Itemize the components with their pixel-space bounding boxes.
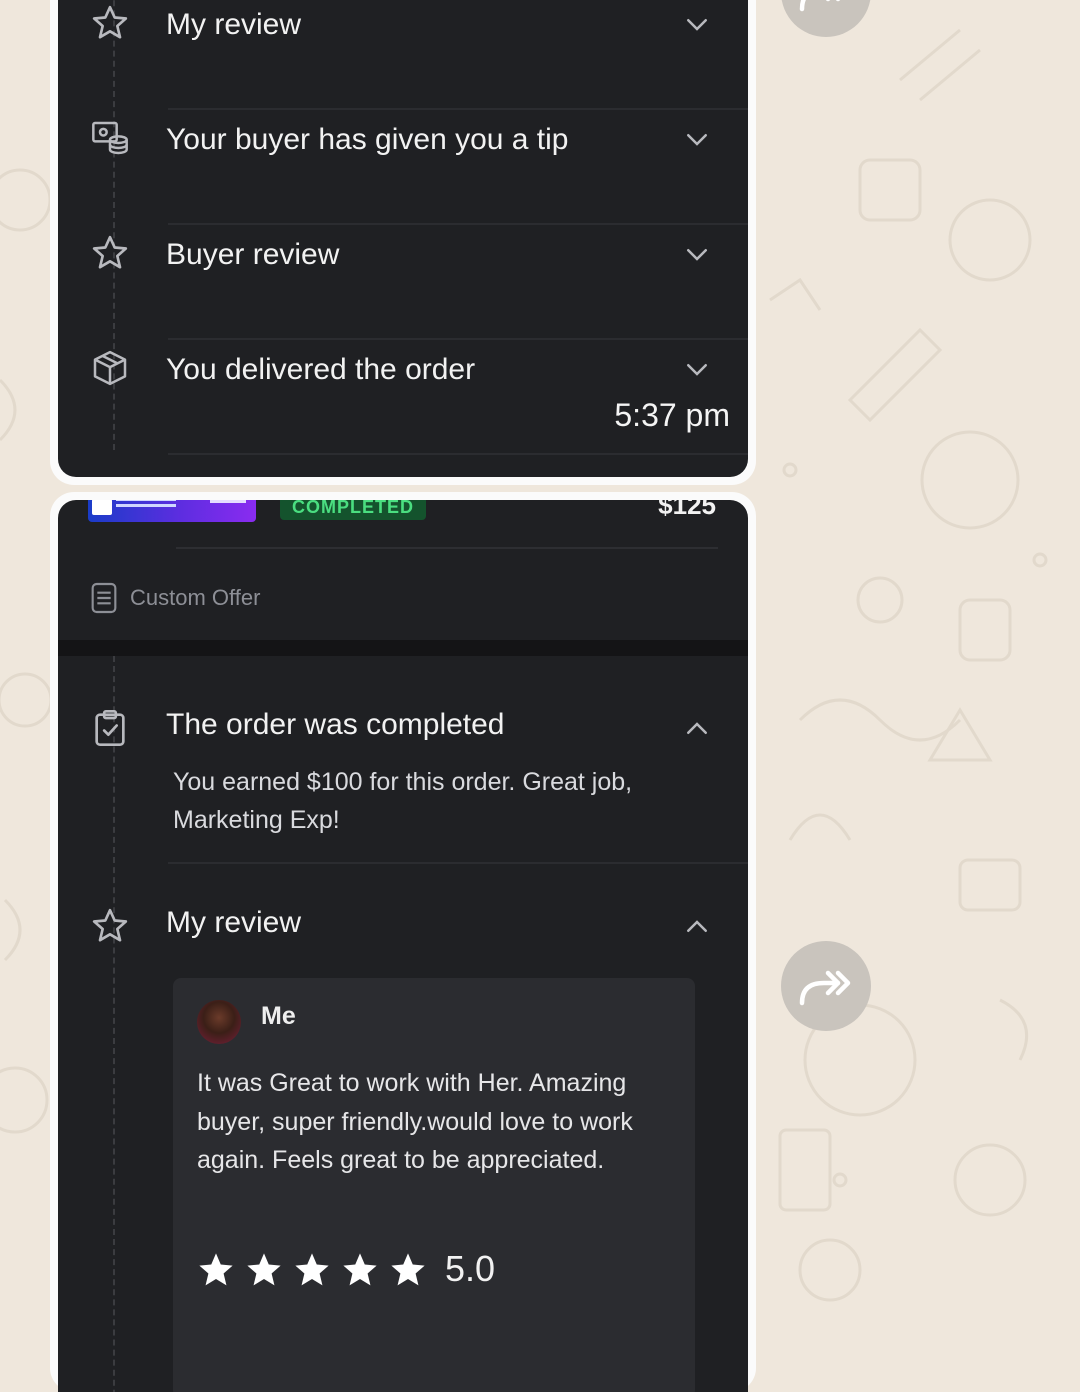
timeline-row-label: You delivered the order [166,353,476,386]
package-box-icon [93,350,127,386]
timeline-row-label: My review [166,8,302,41]
timeline-connector [113,656,115,1392]
star-outline-icon [92,5,128,39]
section-separator-band [58,640,748,656]
order-price: $125 [658,500,716,520]
reviewer-name: Me [261,1002,296,1030]
chevron-down-icon[interactable] [682,9,712,39]
rating-value: 5.0 [445,1248,496,1289]
forward-button[interactable] [781,941,871,1031]
status-badge: COMPLETED [280,500,426,520]
header-divider [176,547,718,549]
clipboard-check-icon [95,710,125,746]
message-timestamp: 5:37 pm [614,397,730,433]
forward-arrow-icon [799,970,851,1006]
custom-offer-label: Custom Offer [130,585,261,610]
timeline-row-buyer-review[interactable]: Buyer review [58,197,748,312]
order-card: COMPLETED $125 Custom Offer The order wa… [58,500,748,1392]
forward-arrow-icon [799,0,841,12]
timeline-row-label: Your buyer has given you a tip [166,123,569,156]
timeline-row-label: Buyer review [166,238,340,271]
star-filled-icon [391,1253,425,1286]
money-tip-icon [92,121,128,155]
message-bubble-order-timeline[interactable]: My review Your buyer has given you a tip… [50,0,756,485]
avatar [197,1000,241,1044]
gig-thumbnail[interactable] [88,500,256,522]
message-bubble-order-card[interactable]: COMPLETED $125 Custom Offer The order wa… [50,492,756,1392]
timeline-row-my-review[interactable]: My review [58,0,748,82]
review-text: It was Great to work with Her. Amazing b… [197,1069,633,1174]
chevron-up-icon[interactable] [682,714,712,744]
star-filled-icon [199,1253,233,1286]
row-divider [168,862,748,864]
timeline-row-buyer-tip[interactable]: Your buyer has given you a tip [58,82,748,197]
earned-message: You earned $100 for this order. Great jo… [173,768,633,834]
row-divider [168,453,748,455]
chevron-down-icon[interactable] [682,354,712,384]
review-card: Me It was Great to work with Her. Amazin… [173,978,695,1392]
chevron-down-icon[interactable] [682,239,712,269]
star-filled-icon [343,1253,377,1286]
star-filled-icon [295,1253,329,1286]
star-rating [197,1250,437,1290]
chevron-up-icon[interactable] [682,912,712,942]
document-list-icon [91,582,117,614]
star-filled-icon [247,1253,281,1286]
my-review-title: My review [166,906,302,939]
star-outline-icon [92,908,128,942]
star-outline-icon [92,235,128,269]
chevron-down-icon[interactable] [682,124,712,154]
order-timeline-card: My review Your buyer has given you a tip… [58,0,748,477]
completed-title: The order was completed [166,708,505,741]
